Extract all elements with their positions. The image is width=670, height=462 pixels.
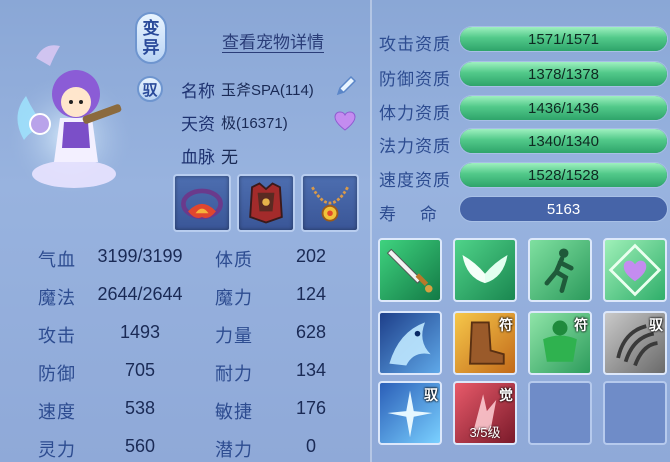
attribute-value: 705 — [124, 360, 156, 380]
attribute-label: 攻击 — [38, 326, 76, 346]
attribute-value: 176 — [295, 398, 327, 418]
attribute-value: 560 — [124, 436, 156, 456]
empty-skill-slot[interactable] — [603, 381, 667, 445]
aptitude-bar: 1436/1436 — [459, 95, 668, 121]
aptitude-label: 防御资质 — [379, 70, 451, 89]
pet-summary-panel: 变 异 驭 查看宠物详情 名称 玉斧SPA(114) 天资 极(16371) 血… — [0, 0, 370, 232]
life-value: 5163 — [546, 201, 581, 218]
attribute-row: 灵力 560 潜力 0 — [0, 428, 370, 462]
attribute-label: 灵力 — [38, 440, 76, 460]
attribute-label: 体质 — [215, 250, 253, 270]
awaken-skill-icon[interactable]: 觉 3/5级 — [453, 381, 517, 445]
skill-tag: 驭 — [424, 387, 438, 403]
attribute-row: 速度 538 敏捷 176 — [0, 390, 370, 428]
attribute-value: 124 — [295, 284, 327, 304]
life-bar: 5163 — [459, 196, 668, 222]
attribute-value: 0 — [305, 436, 316, 456]
skill-tag: 觉 — [499, 387, 513, 403]
aptitude-label: 攻击资质 — [379, 35, 451, 54]
skill-level: 3/5级 — [469, 425, 501, 440]
aptitude-row: 体力资质 1436/1436 — [377, 95, 670, 125]
aptitude-value: 1378/1378 — [528, 66, 599, 83]
attribute-label: 潜力 — [215, 440, 253, 460]
wings-skill-icon[interactable] — [453, 238, 517, 302]
skill-tag: 驭 — [649, 317, 663, 333]
pet-name-row: 名称 玉斧SPA(114) — [181, 77, 314, 102]
view-pet-details-link[interactable]: 查看宠物详情 — [222, 28, 324, 53]
aptitude-bar: 1571/1571 — [459, 26, 668, 52]
pet-name-value: 玉斧SPA(114) — [221, 82, 314, 99]
sword-skill-icon[interactable] — [378, 238, 442, 302]
attribute-label: 魔法 — [38, 288, 76, 308]
equipment-slot-necklace[interactable] — [301, 174, 359, 232]
attribute-value: 1493 — [119, 322, 161, 342]
pet-bloodline-value: 无 — [221, 148, 238, 167]
pet-avatar[interactable] — [4, 36, 140, 196]
panel-divider — [370, 0, 372, 462]
attribute-row: 攻击 1493 力量 628 — [0, 314, 370, 352]
pet-bloodline-row: 血脉 无 — [181, 143, 238, 168]
tame-badge-label: 驭 — [142, 81, 158, 99]
ice-burst-skill-icon[interactable]: 驭 — [378, 381, 442, 445]
aptitude-value: 1528/1528 — [528, 167, 599, 184]
aptitude-value: 1436/1436 — [528, 100, 599, 117]
aptitude-row: 攻击资质 1571/1571 — [377, 26, 670, 56]
runner-skill-icon[interactable] — [528, 238, 592, 302]
attribute-label: 魔力 — [215, 288, 253, 308]
muscle-skill-icon[interactable]: 符 — [528, 311, 592, 375]
pet-aptitude-row: 天资 极(16371) — [181, 110, 288, 135]
attribute-label: 敏捷 — [215, 402, 253, 422]
aptitude-label: 体力资质 — [379, 104, 451, 123]
mutant-badge-char-1: 变 — [142, 19, 160, 38]
attribute-row: 气血 3199/3199 体质 202 — [0, 238, 370, 276]
aptitude-bar: 1340/1340 — [459, 128, 668, 154]
attribute-value: 2644/2644 — [97, 284, 183, 304]
heart-skill-icon[interactable] — [603, 238, 667, 302]
equipment-slot-collar[interactable] — [173, 174, 231, 232]
attribute-value: 628 — [295, 322, 327, 342]
attribute-row: 防御 705 耐力 134 — [0, 352, 370, 390]
edit-name-icon[interactable] — [333, 73, 359, 99]
aptitude-label: 法力资质 — [379, 137, 451, 156]
boot-skill-icon[interactable]: 符 — [453, 311, 517, 375]
life-label: 寿 命 — [379, 205, 438, 224]
attribute-label: 力量 — [215, 326, 253, 346]
mutant-badge: 变 异 — [135, 12, 167, 64]
aptitude-value: 1340/1340 — [528, 133, 599, 150]
aptitude-bar: 1378/1378 — [459, 61, 668, 87]
aptitude-value: 1571/1571 — [528, 31, 599, 48]
attribute-value: 202 — [295, 246, 327, 266]
aptitude-row: 法力资质 1340/1340 — [377, 128, 670, 158]
attribute-label: 耐力 — [215, 364, 253, 384]
aptitude-row: 速度资质 1528/1528 — [377, 162, 670, 192]
heart-icon[interactable] — [333, 110, 357, 132]
mutant-badge-char-2: 异 — [142, 38, 160, 57]
tame-badge: 驭 — [137, 76, 163, 102]
empty-skill-slot[interactable] — [528, 381, 592, 445]
skill-tag: 符 — [574, 317, 588, 333]
equipment-slot-armor[interactable] — [237, 174, 295, 232]
skill-tag: 符 — [499, 317, 513, 333]
aptitude-bar: 1528/1528 — [459, 162, 668, 188]
pet-aptitude-value: 极(16371) — [221, 115, 288, 132]
claw-skill-icon[interactable]: 驭 — [603, 311, 667, 375]
aptitude-row: 防御资质 1378/1378 — [377, 61, 670, 91]
attribute-label: 速度 — [38, 402, 76, 422]
pet-aptitude-label: 天资 — [181, 115, 215, 134]
attribute-value: 538 — [124, 398, 156, 418]
attribute-value: 3199/3199 — [97, 246, 183, 266]
ice-dragon-skill-icon[interactable] — [378, 311, 442, 375]
pet-bloodline-label: 血脉 — [181, 148, 215, 167]
pet-name-label: 名称 — [181, 82, 215, 101]
life-row: 寿 命 5163 — [377, 196, 670, 226]
attribute-label: 防御 — [38, 364, 76, 384]
aptitude-label: 速度资质 — [379, 171, 451, 190]
attribute-value: 134 — [295, 360, 327, 380]
attribute-label: 气血 — [38, 250, 76, 270]
attribute-row: 魔法 2644/2644 魔力 124 — [0, 276, 370, 314]
